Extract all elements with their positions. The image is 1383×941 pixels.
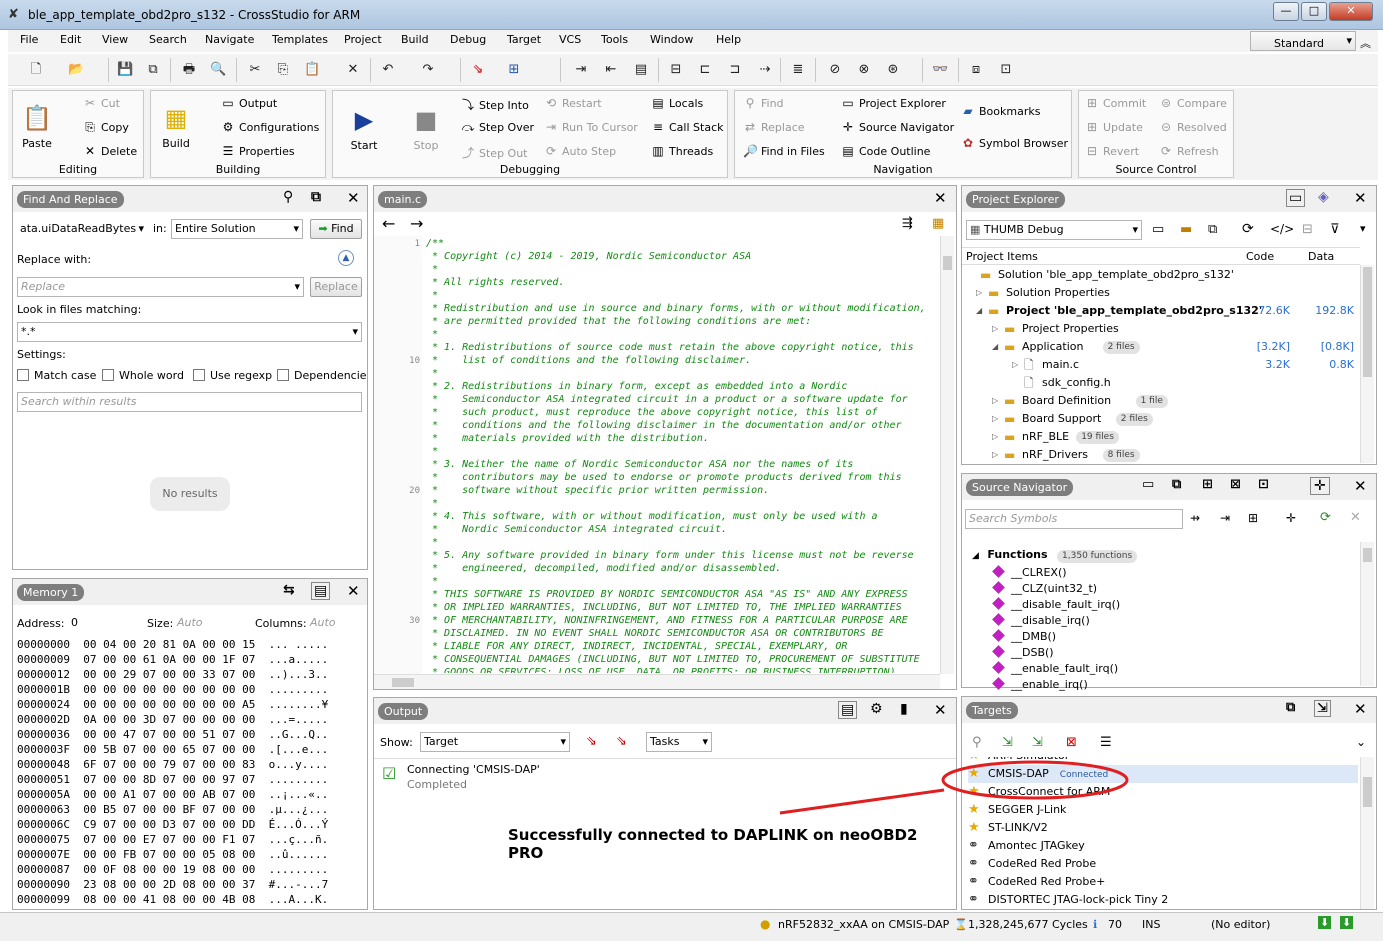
annotation-circle <box>941 760 1129 800</box>
download-icon[interactable]: ⬇ <box>1318 916 1332 929</box>
download-all-icon[interactable]: ⬇ <box>1340 916 1354 929</box>
target-status-icon: ● <box>760 917 771 931</box>
annotation-arrow <box>779 788 945 815</box>
cycle-count: 1,328,245,677 Cycles <box>968 918 1088 931</box>
status-bar: ● nRF52832_xxAA on CMSIS-DAP ⌛ 1,328,245… <box>0 912 1383 941</box>
annotation-overlay <box>779 760 1129 815</box>
insert-mode: INS <box>1142 918 1161 931</box>
hourglass-icon: ⌛ <box>954 918 968 931</box>
info-icon: ℹ <box>1093 918 1098 931</box>
target-status[interactable]: nRF52832_xxAA on CMSIS-DAP <box>778 918 949 931</box>
info-count: 70 <box>1108 918 1122 931</box>
editor-status: (No editor) <box>1211 918 1271 931</box>
